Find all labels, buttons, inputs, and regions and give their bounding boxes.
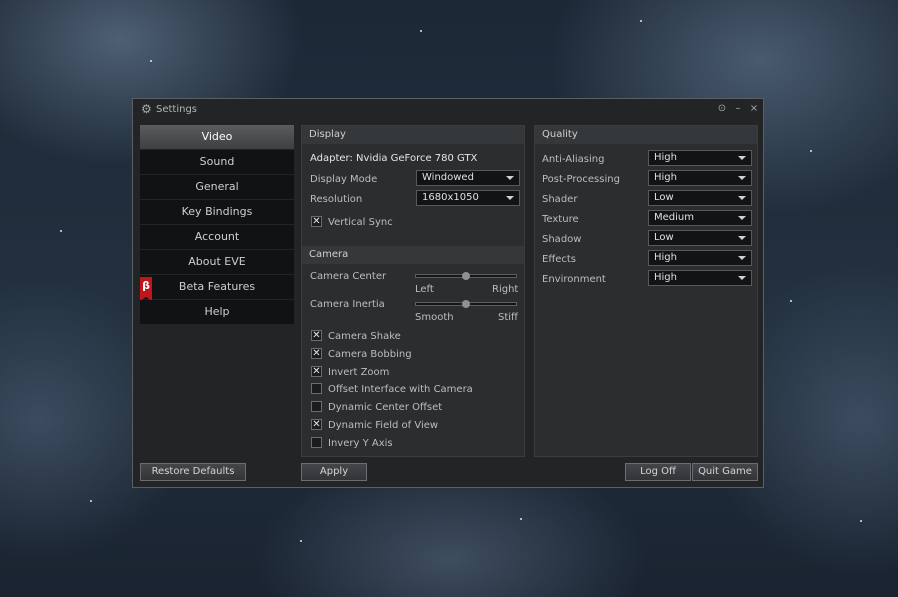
camera-option-label: Camera Shake — [328, 331, 401, 342]
quality-row-label: Shader — [542, 194, 578, 205]
chevron-down-icon — [738, 176, 746, 180]
camera-inertia-left-label: Smooth — [415, 312, 454, 323]
nav-item-account[interactable]: Account — [140, 225, 294, 249]
resolution-label: Resolution — [310, 194, 363, 205]
quit-game-button[interactable]: Quit Game — [692, 463, 758, 481]
camera-inertia-label: Camera Inertia — [310, 299, 385, 310]
camera-header: Camera — [302, 246, 524, 264]
apply-button[interactable]: Apply — [301, 463, 367, 481]
quality-row-label: Shadow — [542, 234, 582, 245]
quality-row-label: Effects — [542, 254, 576, 265]
camera-option-checkbox[interactable] — [311, 401, 322, 412]
quality-row-dropdown[interactable]: Medium — [648, 210, 752, 226]
nav-item-sound[interactable]: Sound — [140, 150, 294, 174]
chevron-down-icon — [738, 276, 746, 280]
gear-icon: ⚙ — [141, 102, 152, 116]
vsync-label: Vertical Sync — [328, 217, 393, 228]
camera-center-slider-handle[interactable] — [462, 272, 470, 280]
camera-inertia-slider-handle[interactable] — [462, 300, 470, 308]
minimize-icon[interactable]: – — [731, 102, 745, 116]
chevron-down-icon — [738, 216, 746, 220]
chevron-down-icon — [506, 176, 514, 180]
nav-item-general[interactable]: General — [140, 175, 294, 199]
chevron-down-icon — [738, 256, 746, 260]
camera-option-checkbox[interactable] — [311, 383, 322, 394]
camera-option-label: Invery Y Axis — [328, 438, 393, 449]
quality-row-label: Anti-Aliasing — [542, 154, 605, 165]
window-title: Settings — [156, 104, 198, 115]
pin-icon[interactable]: ⊙ — [715, 102, 729, 116]
settings-window: ⚙ Settings ⊙ – × Video Sound General Key… — [132, 98, 764, 488]
camera-inertia-right-label: Stiff — [498, 312, 518, 323]
beta-badge: β — [140, 277, 152, 301]
camera-option-checkbox[interactable]: ✕ — [311, 330, 322, 341]
log-off-button[interactable]: Log Off — [625, 463, 691, 481]
display-mode-label: Display Mode — [310, 174, 378, 185]
camera-center-left-label: Left — [415, 284, 434, 295]
quality-row-label: Texture — [542, 214, 579, 225]
resolution-dropdown[interactable]: 1680x1050 — [416, 190, 520, 206]
settings-nav: Video Sound General Key Bindings Account… — [140, 125, 294, 325]
camera-option-checkbox[interactable]: ✕ — [311, 366, 322, 377]
camera-center-slider[interactable] — [415, 272, 517, 280]
nav-item-video[interactable]: Video — [140, 125, 294, 149]
nav-item-about-eve[interactable]: About EVE — [140, 250, 294, 274]
camera-option-label: Dynamic Center Offset — [328, 402, 443, 413]
camera-option-checkbox[interactable] — [311, 437, 322, 448]
camera-option-label: Invert Zoom — [328, 367, 390, 378]
title-bar[interactable]: ⚙ Settings ⊙ – × — [133, 99, 763, 121]
nav-item-key-bindings[interactable]: Key Bindings — [140, 200, 294, 224]
quality-row-label: Post-Processing — [542, 174, 620, 185]
chevron-down-icon — [738, 236, 746, 240]
nav-item-beta-features[interactable]: β Beta Features — [140, 275, 294, 301]
quality-row-dropdown[interactable]: High — [648, 170, 752, 186]
chevron-down-icon — [738, 156, 746, 160]
display-header: Display — [302, 126, 524, 144]
quality-header: Quality — [535, 126, 757, 144]
camera-center-right-label: Right — [492, 284, 519, 295]
chevron-down-icon — [506, 196, 514, 200]
camera-option-checkbox[interactable]: ✕ — [311, 348, 322, 359]
quality-row-dropdown[interactable]: High — [648, 250, 752, 266]
camera-option-checkbox[interactable]: ✕ — [311, 419, 322, 430]
display-camera-panel: Display Adapter: Nvidia GeForce 780 GTX … — [301, 125, 525, 457]
quality-row-dropdown[interactable]: Low — [648, 230, 752, 246]
chevron-down-icon — [738, 196, 746, 200]
camera-option-label: Dynamic Field of View — [328, 420, 439, 431]
quality-panel: Quality Anti-Aliasing High Post-Processing… — [534, 125, 758, 457]
display-mode-dropdown[interactable]: Windowed — [416, 170, 520, 186]
nav-item-help[interactable]: Help — [140, 300, 294, 324]
vsync-checkbox[interactable]: ✕ — [311, 216, 322, 227]
camera-option-label: Offset Interface with Camera — [328, 384, 473, 395]
camera-option-label: Camera Bobbing — [328, 349, 412, 360]
adapter-label: Adapter: Nvidia GeForce 780 GTX — [310, 153, 478, 164]
quality-row-dropdown[interactable]: Low — [648, 190, 752, 206]
quality-row-dropdown[interactable]: High — [648, 270, 752, 286]
camera-center-label: Camera Center — [310, 271, 387, 282]
close-icon[interactable]: × — [747, 102, 761, 116]
restore-defaults-button[interactable]: Restore Defaults — [140, 463, 246, 481]
quality-row-dropdown[interactable]: High — [648, 150, 752, 166]
quality-row-label: Environment — [542, 274, 606, 285]
camera-inertia-slider[interactable] — [415, 300, 517, 308]
